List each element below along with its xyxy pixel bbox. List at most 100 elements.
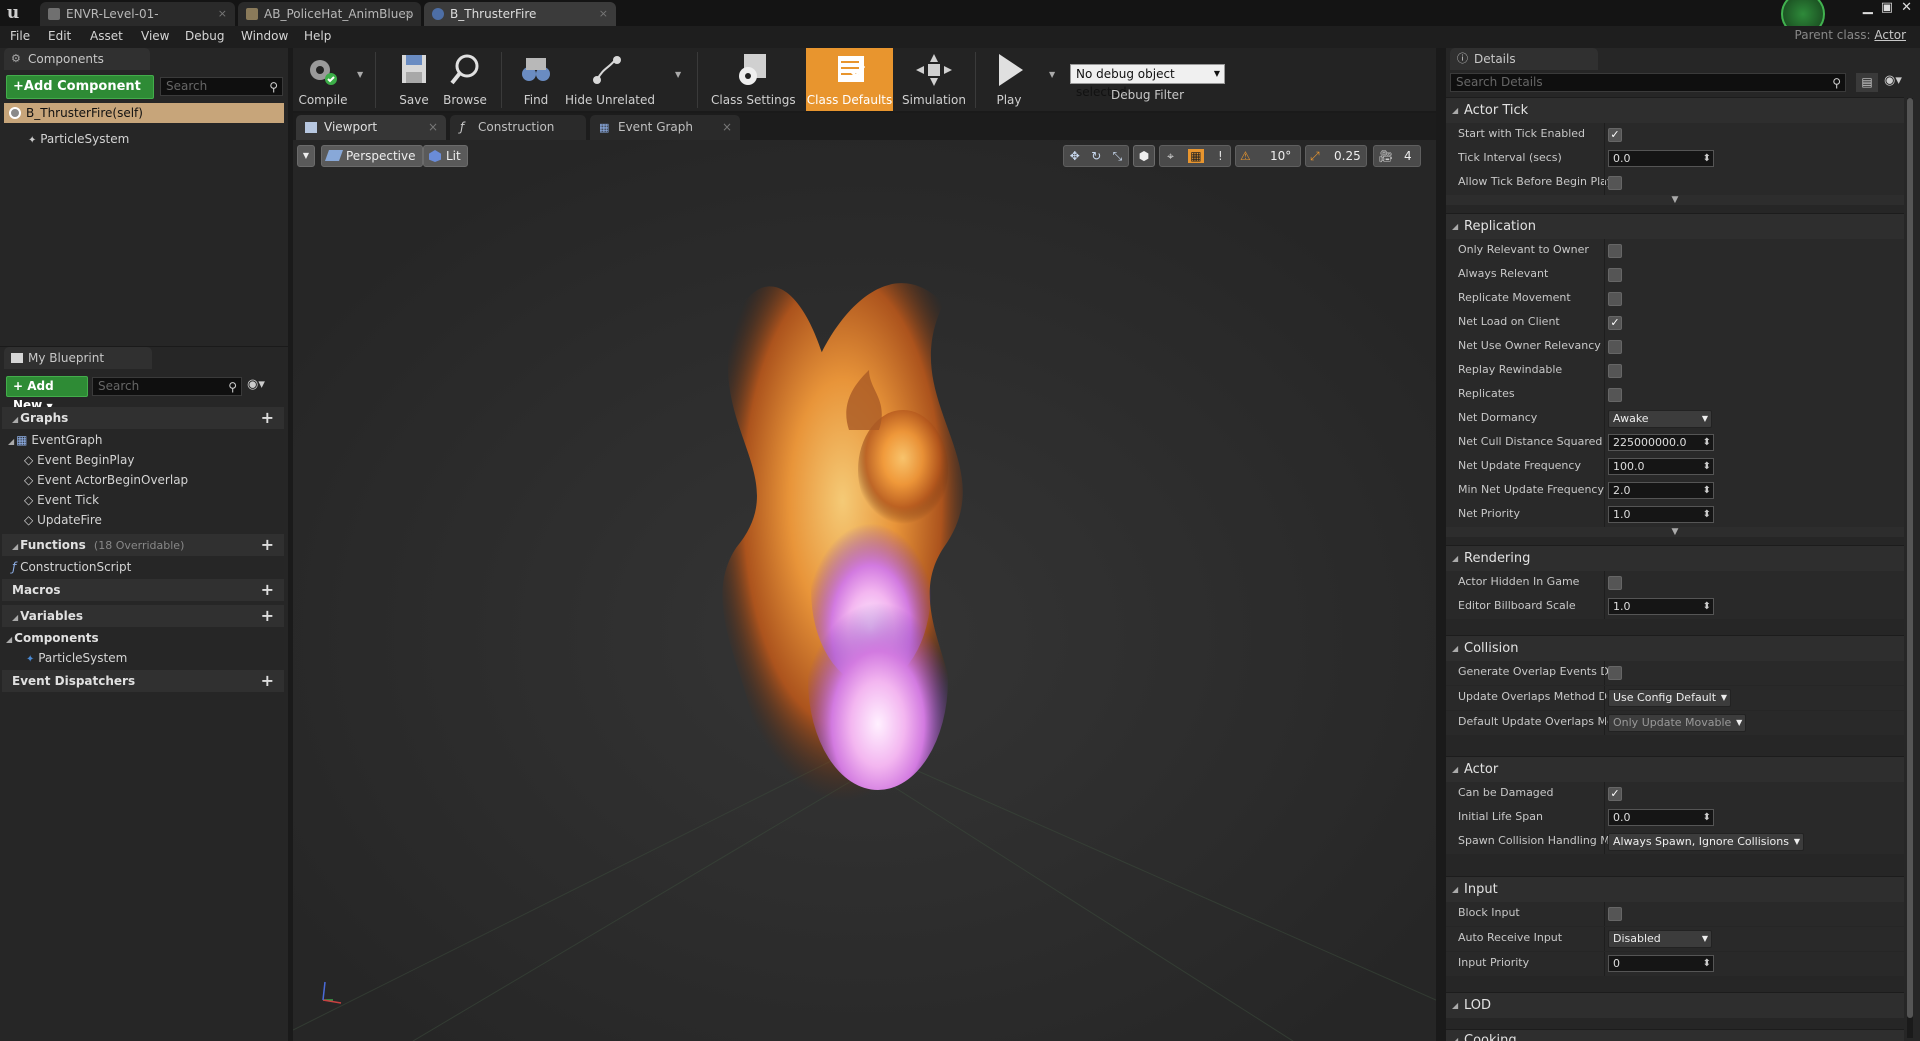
event-beginplay-item[interactable]: ◇ Event BeginPlay	[24, 451, 134, 469]
viewport-options-chevron-icon[interactable]: ▼	[297, 145, 315, 167]
net-priority-field[interactable]: 1.0	[1608, 506, 1714, 523]
tab-construction-script[interactable]: ƒ Construction Scrip	[450, 115, 586, 159]
generate-overlap-checkbox[interactable]	[1608, 666, 1622, 680]
close-icon[interactable]: ×	[722, 115, 732, 140]
document-tab-thruster-fire[interactable]: B_ThrusterFire ×	[424, 2, 616, 26]
update-fire-item[interactable]: ◇ UpdateFire	[24, 511, 102, 529]
translate-icon[interactable]: ✥	[1070, 149, 1080, 163]
net-load-checkbox[interactable]: ✓	[1608, 316, 1622, 330]
browse-button[interactable]: Browse	[439, 48, 491, 111]
close-icon[interactable]: ×	[428, 115, 438, 140]
start-with-tick-checkbox[interactable]: ✓	[1608, 128, 1622, 142]
auto-receive-input-dropdown[interactable]: Disabled	[1608, 930, 1712, 948]
play-button[interactable]: Play	[983, 48, 1035, 111]
my-blueprint-search-input[interactable]: Search ⚲	[92, 377, 242, 396]
section-rendering[interactable]: Rendering	[1446, 545, 1904, 572]
simulation-button[interactable]: Simulation	[897, 48, 971, 111]
section-replication[interactable]: Replication	[1446, 213, 1904, 240]
advanced-expander-icon[interactable]: ▼	[1446, 527, 1904, 537]
always-relevant-checkbox[interactable]	[1608, 268, 1622, 282]
event-tick-item[interactable]: ◇ Event Tick	[24, 491, 99, 509]
replicates-checkbox[interactable]	[1608, 388, 1622, 402]
close-icon[interactable]: ×	[599, 2, 608, 26]
class-settings-button[interactable]: Class Settings	[711, 48, 796, 111]
grid-size-warning-icon[interactable]: !	[1218, 149, 1223, 163]
section-lod[interactable]: LOD	[1446, 992, 1904, 1019]
lit-dropdown[interactable]: Lit	[423, 145, 468, 167]
net-update-freq-field[interactable]: 100.0	[1608, 458, 1714, 475]
viewport[interactable]: ▼ Perspective Lit ✥ ↻ ⤡ ⬢ ⌖ ▦ ! ⚠ 10° ⤢ 0.…	[293, 140, 1436, 1041]
component-particle-system[interactable]: ✦ ParticleSystem	[28, 130, 129, 150]
event-dispatchers-category[interactable]: Event Dispatchers +	[2, 670, 284, 692]
advanced-expander-icon[interactable]: ▼	[1446, 195, 1904, 205]
compile-button[interactable]: Compile	[293, 48, 353, 111]
macros-category[interactable]: Macros +	[2, 579, 284, 601]
parent-class-link[interactable]: Actor	[1874, 28, 1906, 42]
hide-unrelated-options-chevron-icon[interactable]: ▼	[675, 70, 681, 79]
close-window-icon[interactable]: ✕	[1901, 0, 1912, 15]
net-use-owner-checkbox[interactable]	[1608, 340, 1622, 354]
add-function-button[interactable]: +	[261, 534, 274, 556]
my-blueprint-tab[interactable]: My Blueprint	[4, 347, 152, 369]
surface-snap-icon[interactable]: ⌖	[1167, 149, 1174, 164]
rotate-icon[interactable]: ↻	[1091, 149, 1101, 163]
perspective-dropdown[interactable]: Perspective	[321, 145, 423, 167]
section-actor[interactable]: Actor	[1446, 756, 1904, 783]
components-variables-category[interactable]: ◢ Components	[6, 629, 99, 649]
tick-interval-field[interactable]: 0.0	[1608, 150, 1714, 167]
replay-rewindable-checkbox[interactable]	[1608, 364, 1622, 378]
variables-category[interactable]: ◢ Variables +	[2, 605, 284, 627]
scrollbar-thumb[interactable]	[1907, 98, 1913, 1018]
menu-debug[interactable]: Debug	[185, 29, 224, 43]
particle-system-variable[interactable]: ✦ ParticleSystem	[26, 649, 127, 669]
camera-speed-group[interactable]: 🎥︎ 4	[1373, 145, 1421, 167]
update-overlaps-dropdown[interactable]: Use Config Default	[1608, 689, 1732, 707]
menu-edit[interactable]: Edit	[48, 29, 71, 43]
find-button[interactable]: Find	[513, 48, 559, 111]
add-component-button[interactable]: +Add Component	[6, 75, 154, 99]
hide-unrelated-button[interactable]: Hide Unrelated	[565, 48, 655, 111]
add-macro-button[interactable]: +	[261, 579, 274, 601]
compile-options-chevron-icon[interactable]: ▼	[357, 70, 363, 79]
spawn-collision-dropdown[interactable]: Always Spawn, Ignore Collisions	[1608, 833, 1804, 851]
details-scrollbar[interactable]	[1907, 98, 1913, 1038]
net-cull-field[interactable]: 225000000.0	[1608, 434, 1714, 451]
close-icon[interactable]: ×	[404, 2, 413, 26]
class-defaults-button[interactable]: Class Defaults	[806, 48, 893, 111]
section-collision[interactable]: Collision	[1446, 635, 1904, 662]
debug-object-dropdown[interactable]: No debug object selected ▼	[1070, 64, 1225, 99]
section-actor-tick[interactable]: Actor Tick	[1446, 97, 1904, 124]
scale-icon[interactable]: ⤡	[1113, 149, 1123, 164]
can-be-damaged-checkbox[interactable]: ✓	[1608, 787, 1622, 801]
section-input[interactable]: Input	[1446, 876, 1904, 903]
view-options-eye-icon[interactable]: ◉▾	[1884, 73, 1902, 88]
document-tab-anim-blueprint[interactable]: AB_PoliceHat_AnimBluep ×	[238, 2, 421, 26]
net-dormancy-dropdown[interactable]: Awake	[1608, 410, 1712, 428]
functions-category[interactable]: ◢ Functions (18 Overridable) +	[2, 534, 284, 556]
initial-life-span-field[interactable]: 0.0	[1608, 809, 1714, 826]
section-cooking[interactable]: Cooking	[1446, 1029, 1904, 1041]
unreal-logo-icon[interactable]: u	[2, 2, 24, 24]
details-tab[interactable]: ⓘ Details	[1450, 48, 1598, 70]
event-graph-item[interactable]: ◢ ▦ EventGraph	[8, 431, 103, 451]
world-local-icon[interactable]: ⬢	[1133, 145, 1155, 167]
construction-script-item[interactable]: ƒ ConstructionScript	[12, 558, 131, 576]
default-update-overlaps-dropdown[interactable]: Only Update Movable	[1608, 714, 1747, 732]
maximize-icon[interactable]: ▣	[1881, 0, 1893, 15]
tab-event-graph[interactable]: ▦ Event Graph ×	[590, 115, 740, 140]
min-net-update-field[interactable]: 2.0	[1608, 482, 1714, 499]
input-priority-field[interactable]: 0	[1608, 955, 1714, 972]
property-matrix-icon[interactable]: ▤	[1856, 73, 1878, 92]
details-search-input[interactable]: Search Details ⚲	[1450, 73, 1846, 92]
add-new-button[interactable]: + Add New ▼	[6, 376, 88, 412]
replicate-movement-checkbox[interactable]	[1608, 292, 1622, 306]
grid-snap-icon[interactable]: ▦	[1188, 149, 1204, 163]
add-variable-button[interactable]: +	[261, 605, 274, 627]
billboard-scale-field[interactable]: 1.0	[1608, 598, 1714, 615]
menu-file[interactable]: File	[10, 29, 30, 43]
angle-snap-group[interactable]: ⚠ 10°	[1235, 145, 1301, 167]
event-actorbeginoverlap-item[interactable]: ◇ Event ActorBeginOverlap	[24, 471, 188, 489]
menu-view[interactable]: View	[141, 29, 169, 43]
component-root-item[interactable]: B_ThrusterFire(self)	[4, 103, 284, 123]
view-options-eye-icon[interactable]: ◉▾	[247, 377, 265, 392]
